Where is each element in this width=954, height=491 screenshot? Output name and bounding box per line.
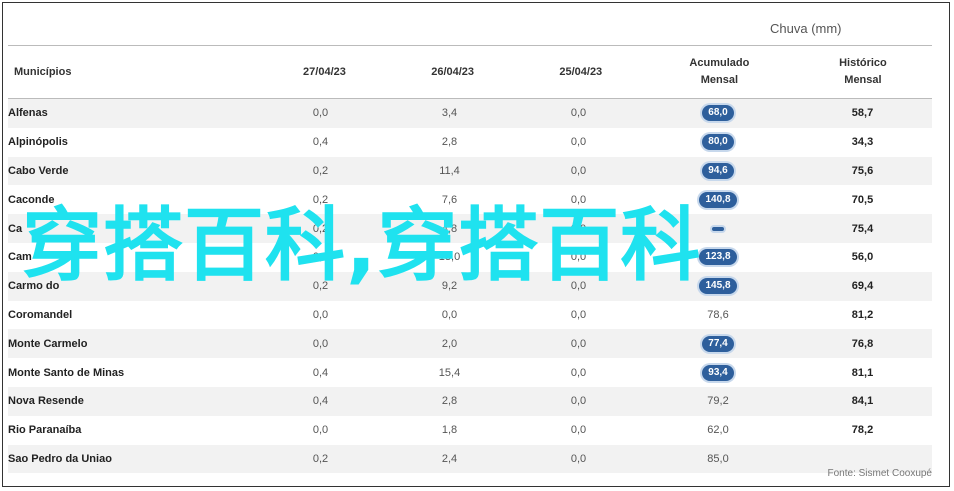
municipio-cell: Rio Paranaíba [8, 424, 82, 437]
value-cell-25-04: 0,0 [570, 452, 587, 465]
acumulado-cell: 94,6 [643, 157, 793, 186]
acumulado-cell: 79,2 [643, 387, 793, 416]
table-row: Monte Santo de Minas 0,4 15,4 0,0 93,4 81,1 [8, 358, 932, 387]
acumulado-value: 62,0 [707, 424, 729, 437]
value-cell-27-04: 0,2 [312, 452, 329, 465]
column-header[interactable]: 26/04/23 [389, 46, 517, 98]
watermark-text: 穿搭百科,穿搭百科 [22, 199, 702, 292]
acumulado-value: 85,0 [707, 452, 729, 465]
value-cell-26-04: 2,0 [441, 337, 458, 350]
historico-cell: 34,3 [851, 136, 874, 149]
column-header[interactable]: 25/04/23 [517, 46, 645, 98]
table-row: Coromandel 0,0 0,0 0,0 78,6 81,2 [8, 300, 932, 330]
historico-cell: 84,1 [851, 395, 874, 408]
historico-cell: 70,5 [851, 193, 874, 206]
value-cell-26-04: 3,4 [441, 107, 458, 120]
value-cell-25-04: 0,0 [570, 136, 587, 149]
column-header[interactable]: Municípios [8, 46, 260, 98]
column-header[interactable]: 27/04/23 [260, 46, 388, 98]
historico-cell: 76,8 [851, 337, 874, 350]
historico-cell: 69,4 [851, 280, 874, 293]
acumulado-badge: 94,6 [702, 162, 734, 179]
acumulado-cell: 77,4 [643, 329, 793, 358]
acumulado-cell: 78,6 [643, 301, 793, 330]
historico-cell: 75,4 [851, 222, 874, 235]
value-cell-26-04: 1,8 [441, 424, 458, 437]
historico-cell: 81,2 [851, 308, 874, 321]
acumulado-badge: 80,0 [702, 134, 734, 151]
value-cell-26-04: 2,8 [441, 395, 458, 408]
value-cell-27-04: 0,2 [312, 164, 329, 177]
municipio-cell: Alfenas [8, 107, 48, 120]
acumulado-badge: 123,8 [699, 249, 737, 266]
acumulado-badge: 68,0 [702, 105, 734, 122]
acumulado-cell: 93,4 [643, 358, 793, 387]
table-row: Alfenas 0,0 3,4 0,0 68,0 58,7 [8, 99, 932, 128]
municipio-cell: Alpinópolis [8, 136, 68, 149]
municipio-cell: Nova Resende [8, 395, 84, 408]
value-cell-27-04: 0,4 [312, 366, 329, 379]
acumulado-cell: 80,0 [643, 128, 793, 157]
group-header: Chuva (mm) [770, 21, 842, 36]
municipio-cell: Sao Pedro da Uniao [8, 452, 112, 465]
acumulado-value: 79,2 [707, 395, 729, 408]
value-cell-27-04: 0,0 [312, 308, 329, 321]
historico-cell: 56,0 [851, 251, 874, 264]
value-cell-25-04: 0,0 [570, 395, 587, 408]
acumulado-cell: 85,0 [643, 445, 793, 474]
municipio-cell: Monte Carmelo [8, 337, 88, 350]
value-cell-26-04: 2,8 [441, 136, 458, 149]
column-header[interactable]: Histórico Mensal [794, 46, 932, 98]
value-cell-26-04: 11,4 [439, 164, 460, 177]
value-cell-25-04: 0,0 [570, 366, 587, 379]
table-row: Alpinópolis 0,4 2,8 0,0 80,0 34,3 [8, 127, 932, 157]
table-row: Cabo Verde 0,2 11,4 0,0 94,6 75,6 [8, 156, 932, 186]
source-note: Fonte: Sismet Cooxupé [827, 468, 933, 479]
value-cell-27-04: 0,0 [312, 107, 329, 120]
value-cell-25-04: 0,0 [570, 308, 587, 321]
historico-cell: 58,7 [851, 107, 874, 120]
historico-cell: 78,2 [851, 424, 874, 437]
acumulado-badge: 145,8 [699, 278, 737, 295]
value-cell-27-04: 0,4 [312, 395, 329, 408]
acumulado-badge: 77,4 [702, 335, 734, 352]
value-cell-26-04: 2,4 [441, 452, 458, 465]
table-row: Sao Pedro da Uniao 0,2 2,4 0,0 85,0 [8, 444, 932, 474]
value-cell-27-04: 0,0 [312, 337, 329, 350]
value-cell-27-04: 0,4 [312, 136, 329, 149]
table-row: Nova Resende 0,4 2,8 0,0 79,2 84,1 [8, 386, 932, 416]
historico-cell: 81,1 [851, 366, 874, 379]
acumulado-badge [712, 226, 724, 231]
value-cell-27-04: 0,0 [312, 424, 329, 437]
value-cell-25-04: 0,0 [570, 424, 587, 437]
municipio-cell: Cabo Verde [8, 164, 69, 177]
table-header: Municípios 27/04/23 26/04/23 25/04/23 Ac… [8, 45, 932, 99]
column-header[interactable]: Acumulado Mensal [645, 46, 794, 98]
acumulado-badge: 93,4 [702, 364, 734, 381]
table-row: Rio Paranaíba 0,0 1,8 0,0 62,0 78,2 [8, 415, 932, 445]
value-cell-25-04: 0,0 [570, 337, 587, 350]
acumulado-cell: 62,0 [643, 416, 793, 445]
historico-cell: 75,6 [851, 164, 874, 177]
municipio-cell: Monte Santo de Minas [8, 366, 125, 379]
acumulado-badge: 140,8 [699, 191, 737, 208]
value-cell-26-04: 0,0 [441, 308, 458, 321]
table-row: Monte Carmelo 0,0 2,0 0,0 77,4 76,8 [8, 329, 932, 359]
acumulado-value: 78,6 [707, 308, 729, 321]
value-cell-25-04: 0,0 [570, 164, 587, 177]
value-cell-26-04: 15,4 [438, 366, 461, 379]
value-cell-25-04: 0,0 [570, 107, 587, 120]
acumulado-cell: 68,0 [643, 99, 793, 128]
municipio-cell: Coromandel [8, 308, 73, 321]
